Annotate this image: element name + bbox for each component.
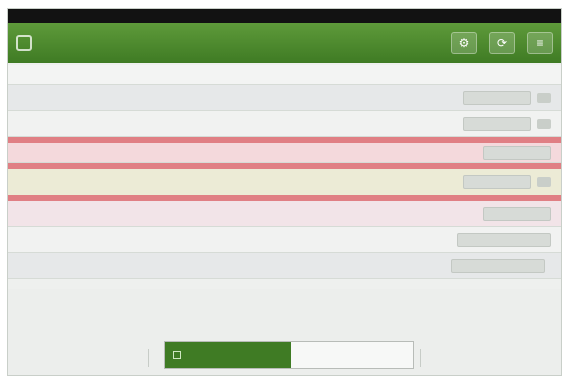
primary-action-button[interactable]: [165, 342, 291, 368]
row-action-button[interactable]: [537, 118, 551, 129]
menu-button[interactable]: ≡: [527, 32, 553, 54]
app-window: ⚙ ⟳ ≡: [7, 8, 562, 376]
table-row[interactable]: [8, 253, 561, 279]
window-titlebar: [8, 9, 561, 23]
menu-icon: ≡: [536, 36, 544, 50]
footer-action-bar: [164, 341, 414, 369]
divider: [148, 349, 149, 367]
row-action-button[interactable]: [537, 177, 551, 187]
status-badge: [483, 206, 551, 221]
settings-icon: ⚙: [458, 36, 470, 50]
list-header: [8, 65, 561, 85]
secondary-action-button[interactable]: [291, 342, 413, 368]
status-badge: [457, 232, 551, 247]
app-icon: [16, 35, 32, 51]
item-list: [8, 65, 561, 279]
table-row[interactable]: [8, 201, 561, 227]
status-badge: [483, 145, 551, 160]
refresh-button[interactable]: ⟳: [489, 32, 515, 54]
status-badge: [463, 90, 531, 105]
table-row[interactable]: [8, 227, 561, 253]
footer-area: [8, 289, 561, 375]
table-row-selected[interactable]: [8, 163, 561, 201]
app-toolbar: ⚙ ⟳ ≡: [8, 23, 561, 63]
table-row[interactable]: [8, 137, 561, 163]
status-badge: [463, 116, 531, 131]
table-row[interactable]: [8, 111, 561, 137]
settings-button[interactable]: ⚙: [451, 32, 477, 54]
row-action-button[interactable]: [537, 92, 551, 103]
refresh-icon: ⟳: [496, 36, 508, 50]
status-badge: [451, 258, 545, 273]
divider: [420, 349, 421, 367]
checkbox-icon: [173, 351, 181, 359]
status-badge: [463, 175, 531, 189]
table-row[interactable]: [8, 85, 561, 111]
